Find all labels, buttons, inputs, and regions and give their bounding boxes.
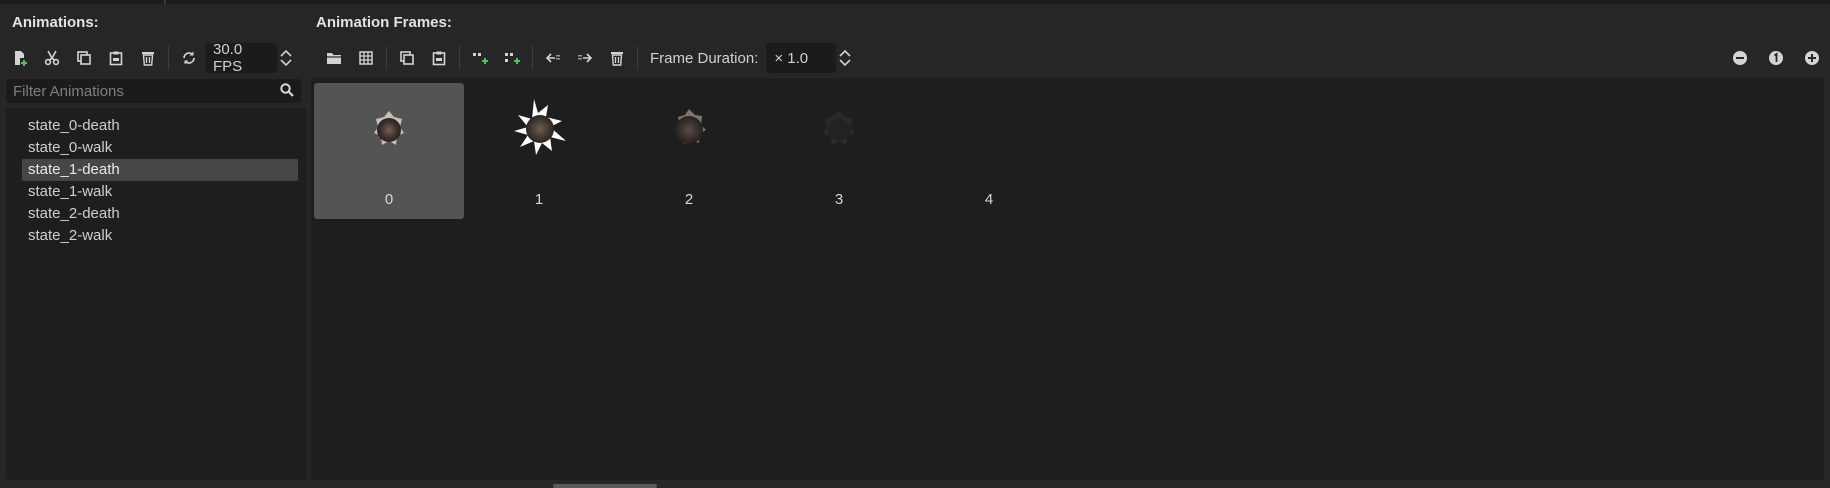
loop-icon — [181, 50, 197, 66]
list-item[interactable]: state_0-death — [22, 115, 298, 137]
frame-thumbnail — [514, 99, 566, 155]
insert-before-icon — [472, 50, 488, 66]
insert-before-button[interactable] — [464, 42, 496, 74]
new-animation-button[interactable] — [4, 42, 36, 74]
copy-frame-icon — [399, 50, 415, 66]
frame-item[interactable]: 2 — [614, 83, 764, 219]
paste-animation-button[interactable] — [100, 42, 132, 74]
cut-icon — [44, 50, 60, 66]
frame-duration-arrows[interactable] — [836, 42, 854, 74]
list-item-selected[interactable]: state_1-death — [22, 159, 298, 181]
paste-frame-icon — [431, 50, 447, 66]
list-item[interactable]: state_1-walk — [22, 181, 298, 203]
zoom-reset-icon — [1768, 50, 1784, 66]
copy-frame-button[interactable] — [391, 42, 423, 74]
fps-spinbox[interactable]: 30.0 FPS — [205, 41, 295, 75]
new-animation-icon — [12, 50, 28, 66]
toolbar-separator — [637, 46, 638, 70]
fps-arrows[interactable] — [277, 42, 295, 74]
load-frames-button[interactable] — [318, 42, 350, 74]
frame-duration-value[interactable]: × 1.0 — [766, 43, 837, 73]
delete-frame-button[interactable] — [601, 42, 633, 74]
frame-index: 0 — [384, 191, 394, 208]
frame-thumbnail — [675, 109, 706, 144]
zoom-in-button[interactable] — [1794, 42, 1830, 74]
frame-item[interactable]: 0 — [314, 83, 464, 219]
frame-duration-spinbox[interactable]: × 1.0 — [766, 42, 854, 74]
move-right-icon — [577, 50, 593, 66]
toolbar-separator — [459, 46, 460, 70]
delete-icon — [140, 50, 156, 66]
frame-item[interactable]: 1 — [464, 83, 614, 219]
top-notch — [164, 0, 166, 4]
zoom-out-icon — [1732, 50, 1748, 66]
load-spritesheet-icon — [358, 50, 374, 66]
insert-after-icon — [504, 50, 520, 66]
toolbar-separator — [532, 46, 533, 70]
cut-animation-button[interactable] — [36, 42, 68, 74]
top-border — [0, 0, 1830, 4]
frame-index: 3 — [834, 191, 844, 208]
toolbar-separator — [386, 46, 387, 70]
frame-duration-label: Frame Duration: — [650, 49, 759, 67]
list-item[interactable]: state_2-walk — [22, 225, 298, 247]
load-spritesheet-button[interactable] — [350, 42, 382, 74]
frame-index: 1 — [534, 191, 544, 208]
chevron-down-icon[interactable] — [280, 59, 292, 67]
animations-toolbar: 30.0 FPS — [4, 41, 295, 75]
zoom-reset-button[interactable] — [1758, 42, 1794, 74]
delete-animation-button[interactable] — [132, 42, 164, 74]
loop-toggle-button[interactable] — [173, 42, 205, 74]
animation-frames-title: Animation Frames: — [316, 14, 452, 31]
zoom-out-button[interactable] — [1722, 42, 1758, 74]
search-icon[interactable] — [279, 82, 295, 102]
chevron-down-icon[interactable] — [839, 59, 851, 67]
frame-thumbnail — [374, 111, 404, 145]
move-frame-right-button[interactable] — [569, 42, 601, 74]
zoom-toolbar — [1722, 42, 1830, 74]
list-item[interactable]: state_2-death — [22, 203, 298, 225]
toolbar-separator — [168, 46, 169, 70]
copy-icon — [76, 50, 92, 66]
load-frames-icon — [326, 50, 342, 66]
move-frame-left-button[interactable] — [537, 42, 569, 74]
chevron-up-icon[interactable] — [280, 49, 292, 57]
animations-title: Animations: — [12, 14, 99, 31]
paste-frame-button[interactable] — [423, 42, 455, 74]
filter-animations-field[interactable] — [6, 79, 301, 103]
paste-icon — [108, 50, 124, 66]
frame-index: 2 — [684, 191, 694, 208]
filter-animations-input[interactable] — [13, 81, 273, 101]
frame-item[interactable]: 3 — [764, 83, 914, 219]
zoom-in-icon — [1804, 50, 1820, 66]
frame-item[interactable]: 4 — [914, 83, 1064, 219]
frames-toolbar: Frame Duration: × 1.0 — [318, 42, 854, 74]
copy-animation-button[interactable] — [68, 42, 100, 74]
frame-thumbnail — [823, 111, 855, 145]
animations-list[interactable]: state_0-death state_0-walk state_1-death… — [6, 108, 306, 480]
list-item[interactable]: state_0-walk — [22, 137, 298, 159]
fps-value[interactable]: 30.0 FPS — [205, 41, 277, 75]
insert-after-button[interactable] — [496, 42, 528, 74]
chevron-up-icon[interactable] — [839, 49, 851, 57]
bottom-panel-handle[interactable] — [553, 484, 657, 488]
frame-index: 4 — [984, 191, 994, 208]
animation-frames-panel[interactable]: 0 1 2 3 4 — [311, 78, 1824, 480]
move-left-icon — [545, 50, 561, 66]
delete-frame-icon — [609, 50, 625, 66]
